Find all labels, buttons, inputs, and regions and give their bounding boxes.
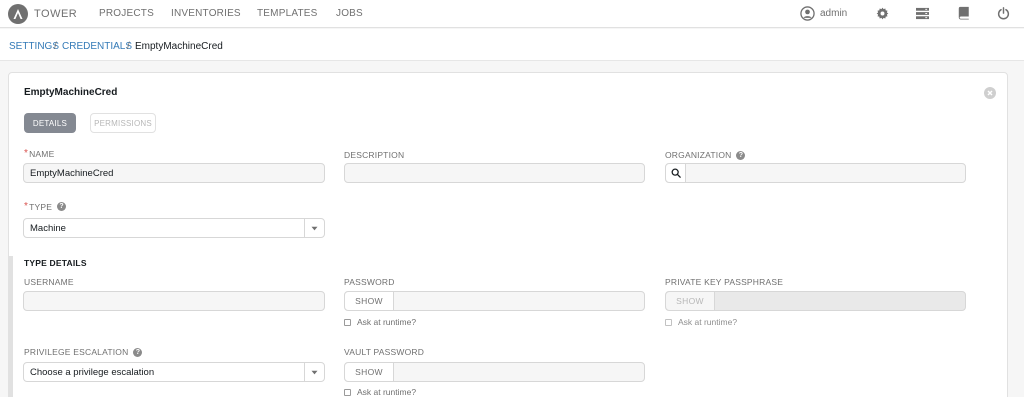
- vault-password-label: VAULT PASSWORD: [344, 347, 424, 357]
- settings-button[interactable]: [874, 5, 890, 21]
- breadcrumb-credentials[interactable]: CREDENTIALS: [62, 41, 132, 52]
- checkbox-icon: [665, 318, 672, 326]
- private-key-passphrase-input: SHOW: [665, 291, 966, 311]
- description-label: DESCRIPTION: [344, 150, 404, 160]
- type-select[interactable]: Machine: [23, 218, 325, 238]
- user-icon: [800, 5, 815, 21]
- checkbox-icon[interactable]: [344, 318, 351, 326]
- required-mark: *: [24, 201, 29, 212]
- organization-lookup[interactable]: [665, 163, 966, 183]
- password-label: PASSWORD: [344, 277, 395, 287]
- password-ask-runtime-label: Ask at runtime?: [357, 317, 417, 327]
- name-label: * NAME: [24, 148, 54, 159]
- nav-link-projects[interactable]: PROJECTS: [99, 8, 154, 19]
- privilege-escalation-select-value: Choose a privilege escalation: [30, 366, 155, 378]
- close-button[interactable]: [984, 87, 996, 99]
- gear-icon: [876, 7, 888, 19]
- tab-permissions[interactable]: PERMISSIONS: [90, 113, 156, 133]
- private-key-passphrase-show-button: SHOW: [666, 292, 715, 310]
- tower-logo-icon: [8, 4, 28, 24]
- panel-title: EmptyMachineCred: [24, 87, 118, 98]
- user-menu[interactable]: admin: [800, 4, 847, 22]
- password-show-button[interactable]: SHOW: [345, 292, 394, 310]
- breadcrumb-settings[interactable]: SETTINGS: [9, 41, 59, 52]
- type-label-text: TYPE: [29, 201, 53, 212]
- required-mark: *: [24, 148, 29, 159]
- type-details-title: TYPE DETAILS: [24, 258, 87, 268]
- docs-button[interactable]: [955, 5, 971, 21]
- organization-label: ORGANIZATION ?: [665, 150, 746, 160]
- vault-password-show-button[interactable]: SHOW: [345, 363, 394, 381]
- private-key-passphrase-label-text: PRIVATE KEY PASSPHRASE: [665, 277, 784, 287]
- checkbox-icon[interactable]: [344, 388, 351, 396]
- breadcrumb-separator: /: [54, 41, 57, 52]
- nav-link-templates[interactable]: TEMPLATES: [257, 8, 318, 19]
- caret-down-icon: [304, 363, 324, 381]
- privilege-escalation-select[interactable]: Choose a privilege escalation: [23, 362, 325, 382]
- power-icon: [997, 6, 1009, 19]
- password-ask-runtime[interactable]: Ask at runtime?: [344, 317, 416, 327]
- breadcrumb-separator: /: [127, 41, 130, 52]
- privilege-escalation-label: PRIVILEGE ESCALATION ?: [24, 347, 143, 357]
- list-icon: [915, 7, 929, 19]
- brand-name: TOWER: [34, 8, 78, 20]
- breadcrumb: SETTINGS / CREDENTIALS / EmptyMachineCre…: [0, 29, 1024, 61]
- search-icon: [671, 168, 681, 178]
- username-input[interactable]: [23, 291, 325, 311]
- private-key-passphrase-ask-runtime: Ask at runtime?: [665, 317, 737, 327]
- vault-password-input[interactable]: SHOW: [344, 362, 645, 382]
- type-label: * TYPE ?: [24, 201, 67, 212]
- help-icon[interactable]: ?: [57, 202, 67, 211]
- type-select-value: Machine: [30, 222, 66, 234]
- top-navbar: TOWER PROJECTS INVENTORIES TEMPLATES JOB…: [0, 0, 1024, 28]
- password-input[interactable]: SHOW: [344, 291, 645, 311]
- nav-link-jobs[interactable]: JOBS: [336, 8, 363, 19]
- help-icon[interactable]: ?: [736, 150, 746, 160]
- description-label-text: DESCRIPTION: [344, 150, 405, 160]
- book-icon: [958, 6, 969, 20]
- activity-stream-button[interactable]: [914, 5, 930, 21]
- user-name: admin: [820, 7, 848, 19]
- caret-down-icon: [304, 219, 324, 237]
- privilege-escalation-label-text: PRIVILEGE ESCALATION: [24, 347, 129, 357]
- password-label-text: PASSWORD: [344, 277, 395, 287]
- description-input[interactable]: [344, 163, 645, 183]
- name-input[interactable]: EmptyMachineCred: [23, 163, 325, 183]
- name-label-text: NAME: [29, 148, 55, 159]
- vault-password-label-text: VAULT PASSWORD: [344, 347, 425, 357]
- organization-label-text: ORGANIZATION: [665, 150, 732, 160]
- vault-password-ask-runtime[interactable]: Ask at runtime?: [344, 387, 416, 397]
- username-label: USERNAME: [24, 277, 74, 287]
- type-details-group-bar: [9, 256, 13, 397]
- vault-password-ask-runtime-label: Ask at runtime?: [357, 387, 417, 397]
- username-label-text: USERNAME: [24, 277, 74, 287]
- organization-search-button[interactable]: [666, 164, 686, 182]
- help-icon[interactable]: ?: [133, 347, 143, 357]
- logout-button[interactable]: [995, 5, 1011, 21]
- close-icon: [987, 90, 993, 96]
- tab-details[interactable]: DETAILS: [24, 113, 76, 133]
- credential-panel: EmptyMachineCred DETAILS PERMISSIONS * N…: [8, 72, 1008, 397]
- nav-link-inventories[interactable]: INVENTORIES: [171, 8, 241, 19]
- breadcrumb-current: EmptyMachineCred: [135, 41, 223, 52]
- private-key-passphrase-ask-runtime-label: Ask at runtime?: [678, 317, 738, 327]
- private-key-passphrase-label: PRIVATE KEY PASSPHRASE: [665, 277, 783, 287]
- brand-logo[interactable]: TOWER: [8, 3, 77, 25]
